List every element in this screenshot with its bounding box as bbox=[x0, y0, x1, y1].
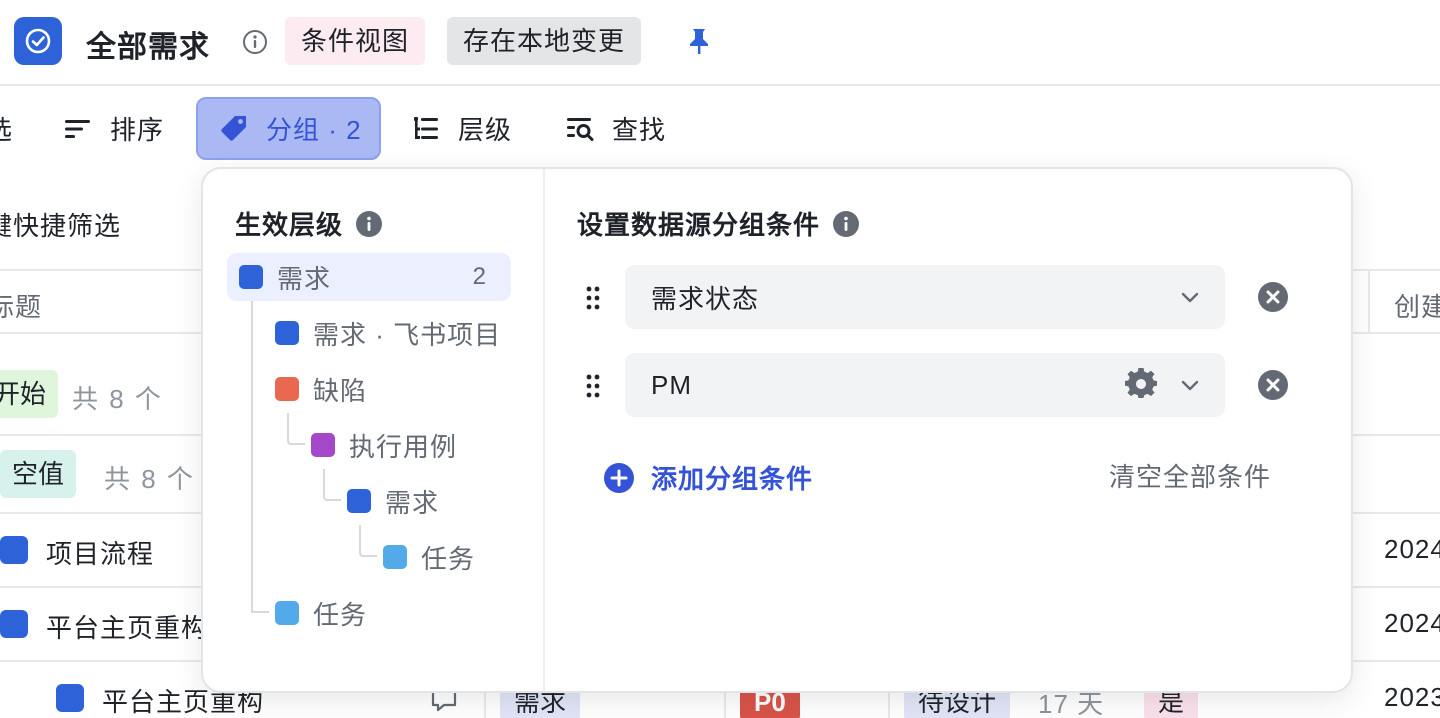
clear-all-conditions-button[interactable]: 清空全部条件 bbox=[1109, 459, 1271, 495]
add-group-condition-button[interactable]: 添加分组条件 bbox=[603, 459, 813, 496]
chevron-down-icon bbox=[1181, 380, 1199, 391]
tree-item-task[interactable]: 任务 bbox=[275, 589, 367, 637]
group-null-label: 空值 bbox=[12, 459, 65, 489]
tree-item-label: 任务 bbox=[313, 599, 368, 630]
row-title[interactable]: 平台主页重构 bbox=[46, 608, 208, 645]
defect-type-icon bbox=[275, 377, 299, 401]
effective-levels-title: 生效层级 bbox=[235, 205, 383, 242]
group-null[interactable]: 空值 bbox=[0, 450, 77, 498]
requirement-type-icon bbox=[275, 321, 299, 345]
group-conditions-label: 设置数据源分组条件 bbox=[577, 210, 821, 240]
tree-item-test-case[interactable]: 执行用例 bbox=[311, 421, 457, 469]
plus-circle-icon bbox=[604, 462, 634, 493]
tree-item-label: 需求 · 飞书项目 bbox=[313, 319, 502, 350]
tree-connector bbox=[323, 469, 341, 501]
requirement-type-icon bbox=[347, 489, 371, 513]
task-type-icon bbox=[383, 545, 407, 569]
condition-view-chip[interactable]: 条件视图 bbox=[285, 17, 426, 65]
group-button[interactable]: 分组 · 2 bbox=[196, 97, 381, 160]
add-group-condition-label: 添加分组条件 bbox=[651, 464, 814, 494]
hierarchy-icon bbox=[414, 116, 438, 139]
tree-item-label: 执行用例 bbox=[349, 431, 458, 462]
requirement-type-icon bbox=[239, 265, 263, 289]
group-count: 共 8 个 bbox=[104, 464, 195, 494]
remove-condition-icon[interactable] bbox=[1257, 369, 1289, 401]
sort-button[interactable]: 排序 bbox=[62, 97, 164, 160]
tree-connector bbox=[251, 589, 269, 613]
tag-icon bbox=[221, 115, 246, 141]
group-status-start[interactable]: 开始 bbox=[0, 370, 59, 418]
sort-icon bbox=[65, 119, 90, 138]
find-icon bbox=[567, 117, 594, 141]
level-button[interactable]: 层级 bbox=[410, 97, 512, 160]
row-date: 2024 bbox=[1384, 608, 1440, 638]
tree-connector bbox=[251, 301, 269, 613]
tree-item-requirement[interactable]: 需求 bbox=[347, 477, 439, 525]
info-icon[interactable] bbox=[355, 210, 383, 238]
tree-item-label: 需求 bbox=[277, 263, 332, 294]
row-date: 2023 bbox=[1384, 682, 1440, 712]
tree-item-requirement-feishu[interactable]: 需求 · 飞书项目 bbox=[275, 309, 501, 357]
test-case-type-icon bbox=[311, 433, 335, 457]
page-title: 全部需求 bbox=[86, 31, 210, 64]
title-column-header[interactable]: 标题 bbox=[0, 287, 42, 324]
requirements-app-icon[interactable] bbox=[14, 17, 62, 65]
tree-connector bbox=[287, 413, 305, 445]
created-column-header[interactable]: 创建 bbox=[1394, 287, 1440, 324]
group-condition-value: PM bbox=[651, 369, 692, 400]
row-title[interactable]: 项目流程 bbox=[46, 534, 154, 571]
quick-filter-label[interactable]: 键快捷筛选 bbox=[0, 206, 121, 243]
row-date: 2024 bbox=[1384, 534, 1440, 564]
tree-item-label: 需求 bbox=[385, 487, 440, 518]
gear-icon[interactable] bbox=[1125, 368, 1157, 400]
tree-item-defect[interactable]: 缺陷 bbox=[275, 365, 367, 413]
info-icon[interactable] bbox=[242, 29, 268, 55]
find-button[interactable]: 查找 bbox=[564, 97, 666, 160]
tree-item-task-nested[interactable]: 任务 bbox=[383, 533, 475, 581]
check-circle-icon bbox=[25, 28, 51, 54]
requirement-type-icon bbox=[0, 610, 28, 638]
tree-item-count: 2 bbox=[472, 263, 487, 290]
group-condition-value: 需求状态 bbox=[651, 283, 760, 314]
group-conditions-title: 设置数据源分组条件 bbox=[577, 205, 860, 242]
sort-label: 排序 bbox=[110, 115, 165, 145]
tree-item-label: 任务 bbox=[421, 543, 476, 574]
group-settings-popover: 生效层级 需求 2 需求 · 飞书项目 缺陷 执行用例 需求 任务 任务 设置数… bbox=[201, 167, 1353, 693]
requirement-type-icon bbox=[56, 684, 84, 712]
group-count: 共 8 个 bbox=[72, 384, 163, 414]
effective-levels-label: 生效层级 bbox=[235, 210, 344, 240]
tree-connector bbox=[359, 525, 377, 557]
requirement-type-icon bbox=[0, 536, 28, 564]
drag-handle-icon[interactable] bbox=[585, 373, 601, 399]
filter-label: 选 bbox=[0, 110, 13, 147]
task-type-icon bbox=[275, 601, 299, 625]
pin-icon[interactable] bbox=[685, 26, 713, 56]
remove-condition-icon[interactable] bbox=[1257, 281, 1289, 313]
level-label: 层级 bbox=[458, 115, 513, 145]
popover-divider bbox=[543, 169, 545, 691]
page-header: 全部需求 条件视图 存在本地变更 bbox=[0, 0, 1440, 86]
local-changes-chip[interactable]: 存在本地变更 bbox=[447, 17, 642, 65]
group-condition-select[interactable]: 需求状态 bbox=[625, 265, 1225, 329]
tree-item-label: 缺陷 bbox=[313, 375, 368, 406]
group-condition-select[interactable]: PM bbox=[625, 353, 1225, 417]
tree-item-requirement-root[interactable]: 需求 2 bbox=[227, 253, 511, 301]
filter-button[interactable]: 选 bbox=[0, 97, 13, 160]
drag-handle-icon[interactable] bbox=[585, 285, 601, 311]
column-divider bbox=[1368, 270, 1370, 334]
chevron-down-icon bbox=[1181, 292, 1199, 303]
find-label: 查找 bbox=[612, 115, 667, 145]
info-icon[interactable] bbox=[832, 210, 860, 238]
group-status-start-label: 开始 bbox=[0, 379, 47, 409]
group-label: 分组 · 2 bbox=[266, 115, 362, 145]
